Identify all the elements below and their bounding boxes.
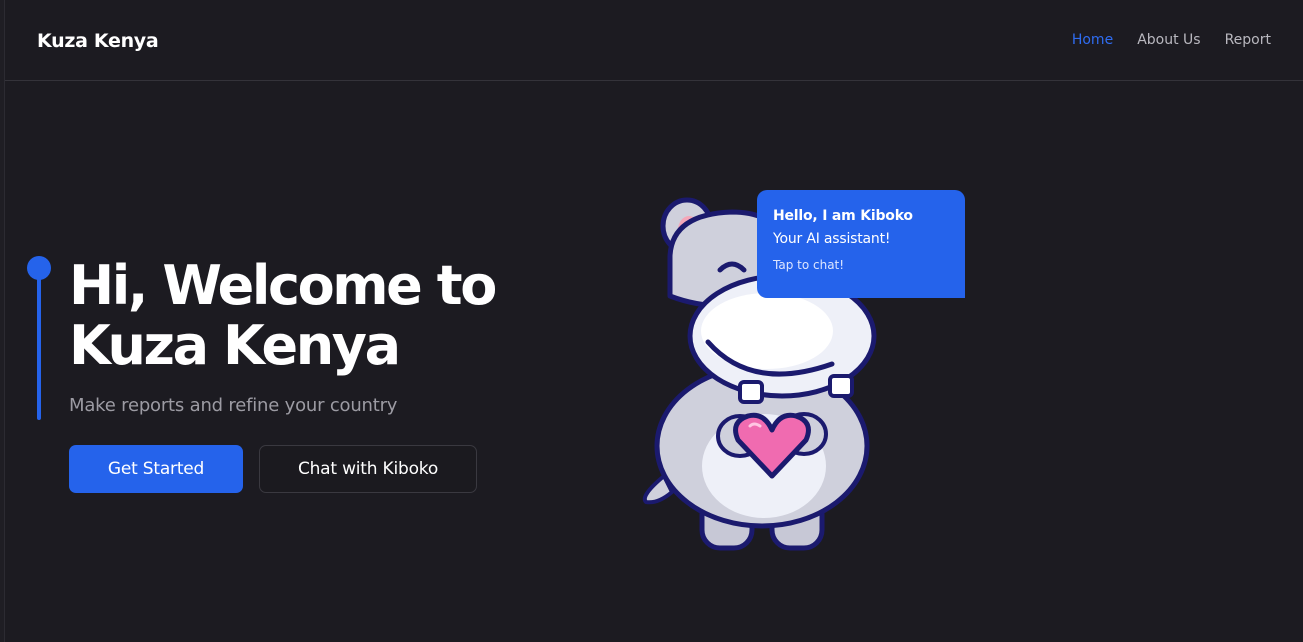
nav-link-report[interactable]: Report: [1225, 32, 1271, 48]
get-started-button[interactable]: Get Started: [69, 445, 243, 493]
hero-title-line-2: Kuza Kenya: [69, 314, 401, 377]
left-border: [0, 0, 5, 642]
nav-link-about-us[interactable]: About Us: [1137, 32, 1200, 48]
top-navbar: Kuza Kenya Home About Us Report: [5, 0, 1303, 81]
kiboko-chat-bubble[interactable]: Hello, I am Kiboko Your AI assistant! Ta…: [757, 190, 965, 298]
hero-title: Hi, Welcome to Kuza Kenya: [69, 256, 549, 376]
hero-title-line-1: Hi, Welcome to: [69, 254, 497, 317]
chat-bubble-title: Hello, I am Kiboko: [773, 208, 913, 224]
hero-accent-line: [37, 266, 41, 420]
chat-bubble-subtitle: Your AI assistant!: [773, 231, 891, 247]
hero-accent-dot: [27, 256, 51, 280]
main-nav: Home About Us Report: [1072, 32, 1271, 48]
chat-with-kiboko-button[interactable]: Chat with Kiboko: [259, 445, 477, 493]
chat-bubble-cta: Tap to chat!: [773, 258, 845, 272]
hero-subtitle: Make reports and refine your country: [69, 395, 398, 416]
brand-logo-text[interactable]: Kuza Kenya: [37, 30, 159, 52]
nav-link-home[interactable]: Home: [1072, 32, 1113, 48]
